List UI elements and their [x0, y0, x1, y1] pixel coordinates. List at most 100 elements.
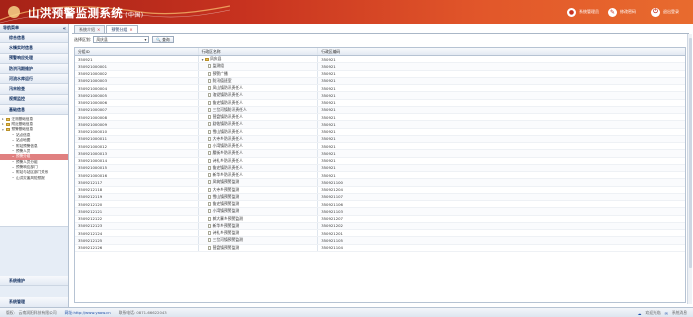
sidebar-item-video[interactable]: 视频监控: [0, 94, 68, 106]
sidebar-item-system-maintenance[interactable]: 系统维护: [0, 276, 68, 287]
cell-region-code: 350921201: [321, 230, 343, 236]
cell-region-name: 鲁史镇预警监测: [199, 201, 319, 208]
file-icon: [207, 107, 212, 112]
file-icon: [207, 115, 212, 120]
table-row[interactable]: 350921 ▾ 凤庆县 350921: [75, 56, 685, 64]
cell-region-name: ▾ 凤庆县: [199, 56, 319, 63]
sidebar-item-post-flood-check[interactable]: 汛末检查: [0, 84, 68, 95]
table-row[interactable]: 3509212125 三岔河镇预警监测 350921105: [75, 237, 685, 245]
sidebar-item-system-admin[interactable]: 系统管理: [0, 297, 68, 307]
close-icon[interactable]: ×: [129, 27, 132, 32]
table-row[interactable]: 350921000005 洛党镇防汛责任人 350921: [75, 92, 685, 100]
file-icon: [207, 129, 212, 134]
search-button[interactable]: 🔍 查询: [152, 36, 174, 43]
collapse-icon[interactable]: «: [63, 26, 66, 32]
sidebar-item-flood-maintenance[interactable]: 防洪汛期维护: [0, 63, 68, 75]
table-row[interactable]: 350921000001 监测组 350921: [75, 63, 685, 71]
cell-group-id: 350921000010: [75, 128, 199, 135]
sidebar-item-basic-info[interactable]: 基础信息: [0, 105, 68, 116]
expand-icon[interactable]: ▾: [202, 57, 204, 62]
region-select[interactable]: 凤庆县 ▾: [93, 36, 150, 43]
table-row[interactable]: 3509212122 郭大寨乡预警监测 350921207: [75, 215, 685, 223]
cell-region-code: 350921: [321, 71, 336, 77]
column-header-region-name[interactable]: 行政区名称: [199, 48, 319, 55]
region-name-text: 新华乡预警监测: [212, 222, 240, 228]
table-row[interactable]: 350921000015 鲁史镇防汛责任人 350921: [75, 164, 685, 172]
region-name-text: 三岔河镇防汛责任人: [212, 106, 247, 112]
sidebar-item-overview[interactable]: 综合信息: [0, 33, 68, 44]
footer-right: ☁ 欢迎光临 ✉ 系统消息: [638, 310, 687, 316]
cell-region-code: 350921104: [321, 245, 343, 251]
region-name-text: 防汛值班室: [212, 77, 232, 83]
scrollbar-thumb[interactable]: [688, 38, 692, 268]
table-row[interactable]: 350921000006 鲁史镇防汛责任人 350921: [75, 99, 685, 107]
file-icon: [207, 231, 212, 236]
tab-warning-group[interactable]: 预警分组 ×: [106, 25, 138, 33]
footer-messages[interactable]: 系统消息: [672, 310, 687, 316]
cell-region-code: 350921: [321, 100, 336, 106]
region-name-text: 洛党镇防汛责任人: [212, 92, 243, 98]
region-name-text: 三岔河镇预警监测: [212, 237, 243, 243]
sidebar-tree: ▸ 汪测基础信息 ▸ 附近基础信息 ▾ 预警基础信息 • 站点信息 • 站点地图 • 附站预…: [0, 115, 68, 228]
folder-icon: [6, 117, 10, 121]
vertical-scrollbar[interactable]: [687, 34, 692, 304]
region-name-text: 新华乡防汛责任人: [212, 172, 243, 178]
table-row[interactable]: 3509212117 凤筑镇预警监测 350921100: [75, 179, 685, 187]
sidebar-item-river-reservoir[interactable]: 河流水库运行: [0, 74, 68, 85]
cell-group-id: 350921000003: [75, 77, 199, 84]
cell-region-name: 腰街乡防汛责任人: [199, 150, 319, 157]
cell-region-name: 凤山镇防汛责任人: [199, 85, 319, 92]
cell-region-code: 350921202: [321, 223, 343, 229]
column-header-group-id[interactable]: 分组ID: [75, 48, 199, 55]
table-row[interactable]: 3509212119 雪山镇预警监测 350921107: [75, 193, 685, 201]
cell-group-id: 350921000015: [75, 164, 199, 171]
file-icon: [207, 71, 212, 76]
current-user-button[interactable]: ● 系统管理员: [567, 7, 599, 17]
file-icon: [207, 122, 212, 127]
cell-region-name: 营盘镇预警监测: [199, 244, 319, 251]
cell-region-name: 预警广播: [199, 70, 319, 77]
change-password-button[interactable]: ✎ 修改密码: [608, 7, 636, 17]
cell-group-id: 350921: [75, 56, 199, 63]
table-row[interactable]: 3509212118 大寺乡预警监测 350921204: [75, 186, 685, 194]
table-row[interactable]: 350921000003 防汛值班室 350921: [75, 77, 685, 85]
file-icon: [207, 100, 212, 105]
cell-region-name: 监测组: [199, 63, 319, 70]
column-header-region-code[interactable]: 行政区编码: [318, 48, 685, 55]
table-row[interactable]: 350921000009 勐佑镇防汛责任人 350921: [75, 121, 685, 129]
table-row[interactable]: 3509212120 鲁史镇预警监测 350921106: [75, 201, 685, 209]
folder-icon: [6, 128, 10, 132]
table-row[interactable]: 350921000014 诗礼乡防汛责任人 350921: [75, 157, 685, 165]
cell-region-code: 350921105: [321, 237, 343, 243]
cell-region-name: 三岔河镇防汛责任人: [199, 106, 319, 113]
cell-region-name: 诗礼乡预警监测: [199, 230, 319, 237]
logout-button[interactable]: ⏻ 退出登录: [651, 7, 679, 17]
table-row[interactable]: 350921000004 凤山镇防汛责任人 350921: [75, 85, 685, 93]
table-row[interactable]: 3509212121 小湾镇预警监测 350921103: [75, 208, 685, 216]
footer-url-link[interactable]: 网址:http://www.yaow.cn: [65, 310, 111, 316]
table-row[interactable]: 350921000002 预警广播 350921: [75, 70, 685, 78]
data-grid: 分组ID 行政区名称 行政区编码 350921 ▾ 凤庆县 350921 3509210…: [74, 47, 686, 303]
sidebar-item-water-realtime[interactable]: 水情实时信息: [0, 43, 68, 54]
file-icon: [207, 202, 212, 207]
cell-group-id: 350921000008: [75, 114, 199, 121]
table-row[interactable]: 3509212126 营盘镇预警监测 350921104: [75, 244, 685, 252]
logout-icon: ⏻: [651, 7, 660, 17]
table-row[interactable]: 3509212123 新华乡预警监测 350921202: [75, 222, 685, 230]
table-row[interactable]: 350921000013 腰街乡防汛责任人 350921: [75, 150, 685, 158]
table-row[interactable]: 350921000008 营盘镇防汛责任人 350921: [75, 114, 685, 122]
sidebar-item-warning-response[interactable]: 预警响应处理: [0, 53, 68, 64]
file-icon: [207, 180, 212, 185]
tree-node[interactable]: • 山洪灾害风险预报: [0, 176, 68, 181]
close-icon[interactable]: ×: [97, 27, 100, 32]
cell-group-id: 350921000011: [75, 135, 199, 142]
table-row[interactable]: 350921000011 大寺乡防汛责任人 350921: [75, 135, 685, 143]
table-row[interactable]: 350921000016 新华乡防汛责任人 350921: [75, 172, 685, 180]
tab-system-intro[interactable]: 系统介绍 ×: [74, 25, 106, 33]
file-icon: [207, 223, 212, 228]
table-row[interactable]: 350921000010 雪山镇防汛责任人 350921: [75, 128, 685, 136]
table-row[interactable]: 350921000007 三岔河镇防汛责任人 350921: [75, 106, 685, 114]
footer-welcome: 欢迎光临: [645, 310, 661, 315]
table-row[interactable]: 3509212124 诗礼乡预警监测 350921201: [75, 230, 685, 238]
table-row[interactable]: 350921000012 小湾镇防汛责任人 350921: [75, 143, 685, 151]
